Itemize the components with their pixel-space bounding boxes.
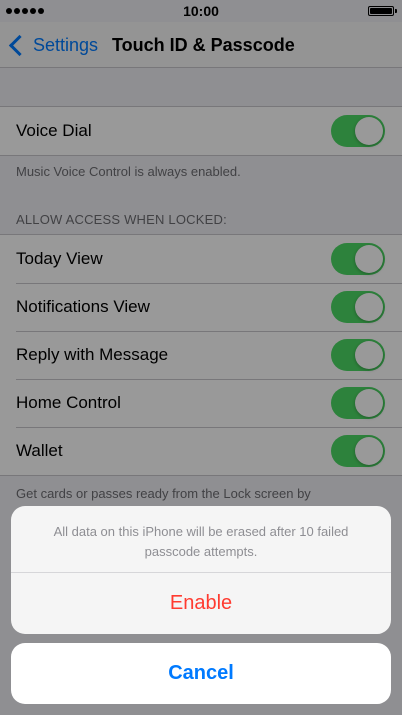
action-sheet: All data on this iPhone will be erased a… bbox=[11, 506, 391, 634]
action-sheet-message: All data on this iPhone will be erased a… bbox=[11, 506, 391, 573]
cancel-button[interactable]: Cancel bbox=[11, 643, 391, 704]
enable-button[interactable]: Enable bbox=[11, 573, 391, 634]
